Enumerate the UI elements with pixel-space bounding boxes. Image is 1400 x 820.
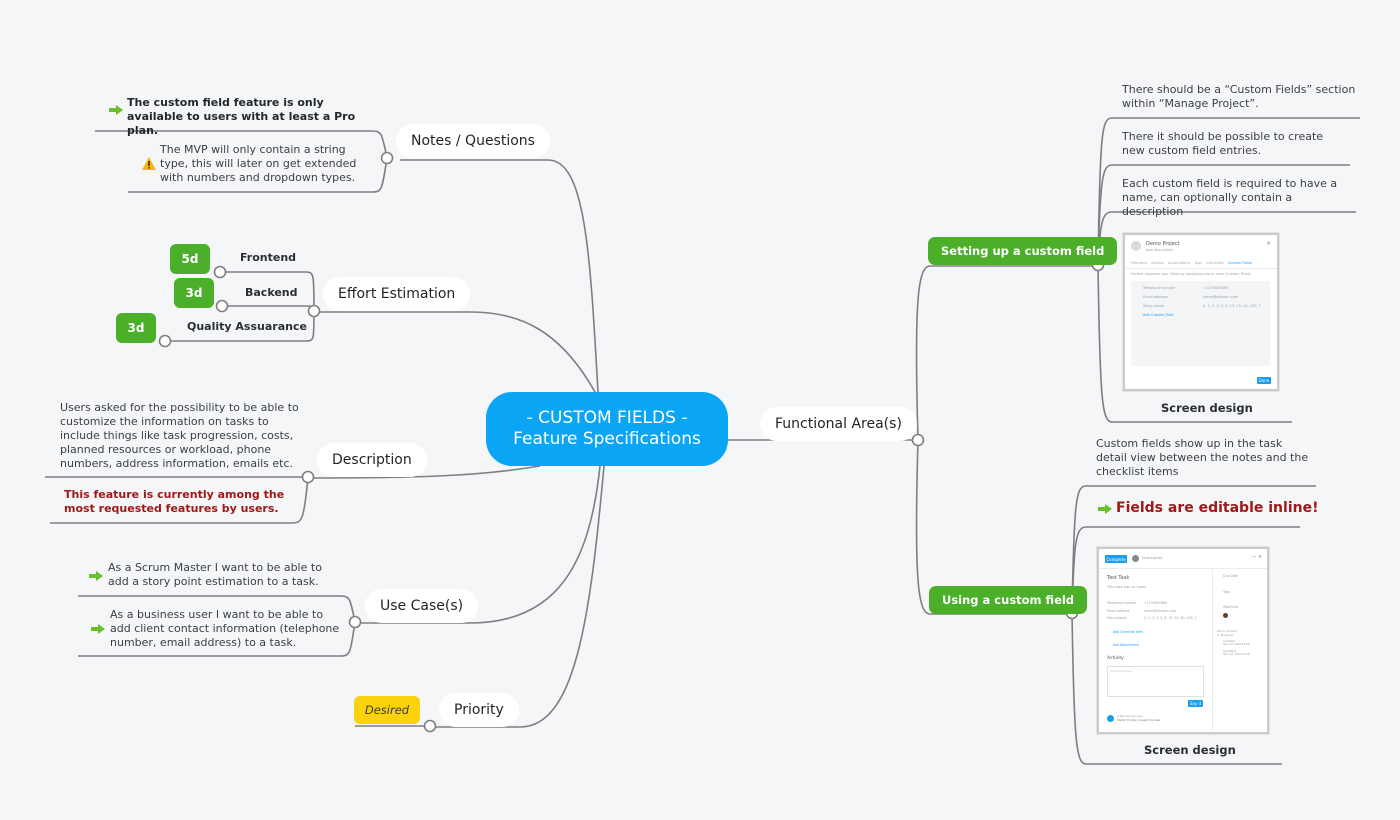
arrow-right-icon [1098,504,1112,514]
topic-use-cases[interactable]: Use Case(s) [365,589,479,623]
subtopic-setting-up-custom-field[interactable]: Setting up a custom field [928,237,1118,265]
topic-notes-questions[interactable]: Notes / Questions [396,124,550,158]
warning-icon [142,157,156,170]
topic-description[interactable]: Description [317,443,427,477]
topic-functional-areas[interactable]: Functional Area(s) [760,407,917,441]
note-pro-plan: The custom field feature is only availab… [127,96,356,137]
screen-design-task-detail[interactable]: Complete Unassigned — × Test Task This t… [1097,547,1269,734]
mock-done-button: Done [1257,377,1271,384]
mock-hint: Further organize your Tasks by assigning… [1131,272,1252,276]
estimate-badge-qa: 3d [116,313,156,343]
description-text: Users asked for the possibility to be ab… [60,401,299,470]
subtopic-frontend[interactable]: Frontend [240,251,296,264]
topic-label: Priority [454,702,504,718]
project-avatar [1131,241,1141,251]
close-icon: × [1265,240,1271,247]
arrow-right-icon [91,624,105,634]
estimate-badge-frontend: 5d [170,244,210,274]
using-note-task-detail: Custom fields show up in the task detail… [1096,437,1309,478]
setup-note-name-required: Each custom field is required to have a … [1122,177,1338,218]
using-highlight-inline-edit: Fields are editable inline! [1116,500,1319,516]
subtopic-using-custom-field[interactable]: Using a custom field [929,586,1088,614]
topic-label: Notes / Questions [411,133,535,149]
mock-field-list [1131,281,1270,366]
topic-label: Functional Area(s) [775,416,902,432]
central-topic-title: - CUSTOM FIELDS - [526,408,688,428]
central-topic-subtitle: Feature Specifications [513,429,701,449]
priority-badge: Desired [354,696,420,724]
mock-project-title: Demo Project [1146,241,1180,247]
use-case-scrum-master: As a Scrum Master I want to be able to a… [108,561,322,588]
topic-label: Use Case(s) [380,598,464,614]
arrow-right-icon [109,105,123,115]
setup-note-create: There it should be possible to create ne… [1122,130,1324,157]
note-mvp-string-type: The MVP will only contain a string type,… [160,143,357,184]
caption-screen-design-using: Screen design [1144,743,1236,757]
arrow-right-icon [89,571,103,581]
use-case-business-user: As a business user I want to be able to … [110,608,340,649]
subtopic-quality-assurance[interactable]: Quality Assuarance [187,320,307,333]
topic-effort-estimation[interactable]: Effort Estimation [323,277,471,311]
setup-note-section: There should be a “Custom Fields” sectio… [1122,83,1356,110]
caption-screen-design-setup: Screen design [1161,401,1253,415]
topic-label: Description [332,452,412,468]
central-topic[interactable]: - CUSTOM FIELDS - Feature Specifications [486,392,728,466]
mock-tabs: Members Actions Automations Tags Checkli… [1131,261,1253,265]
screen-design-manage-project[interactable]: Demo Project Add description × Members A… [1123,233,1279,391]
mock-project-subtitle: Add description [1146,248,1174,252]
subtopic-backend[interactable]: Backend [245,286,298,299]
description-highlight: This feature is currently among the most… [64,488,285,515]
estimate-badge-backend: 3d [174,278,214,308]
topic-label: Effort Estimation [338,286,456,302]
topic-priority[interactable]: Priority [439,693,519,727]
